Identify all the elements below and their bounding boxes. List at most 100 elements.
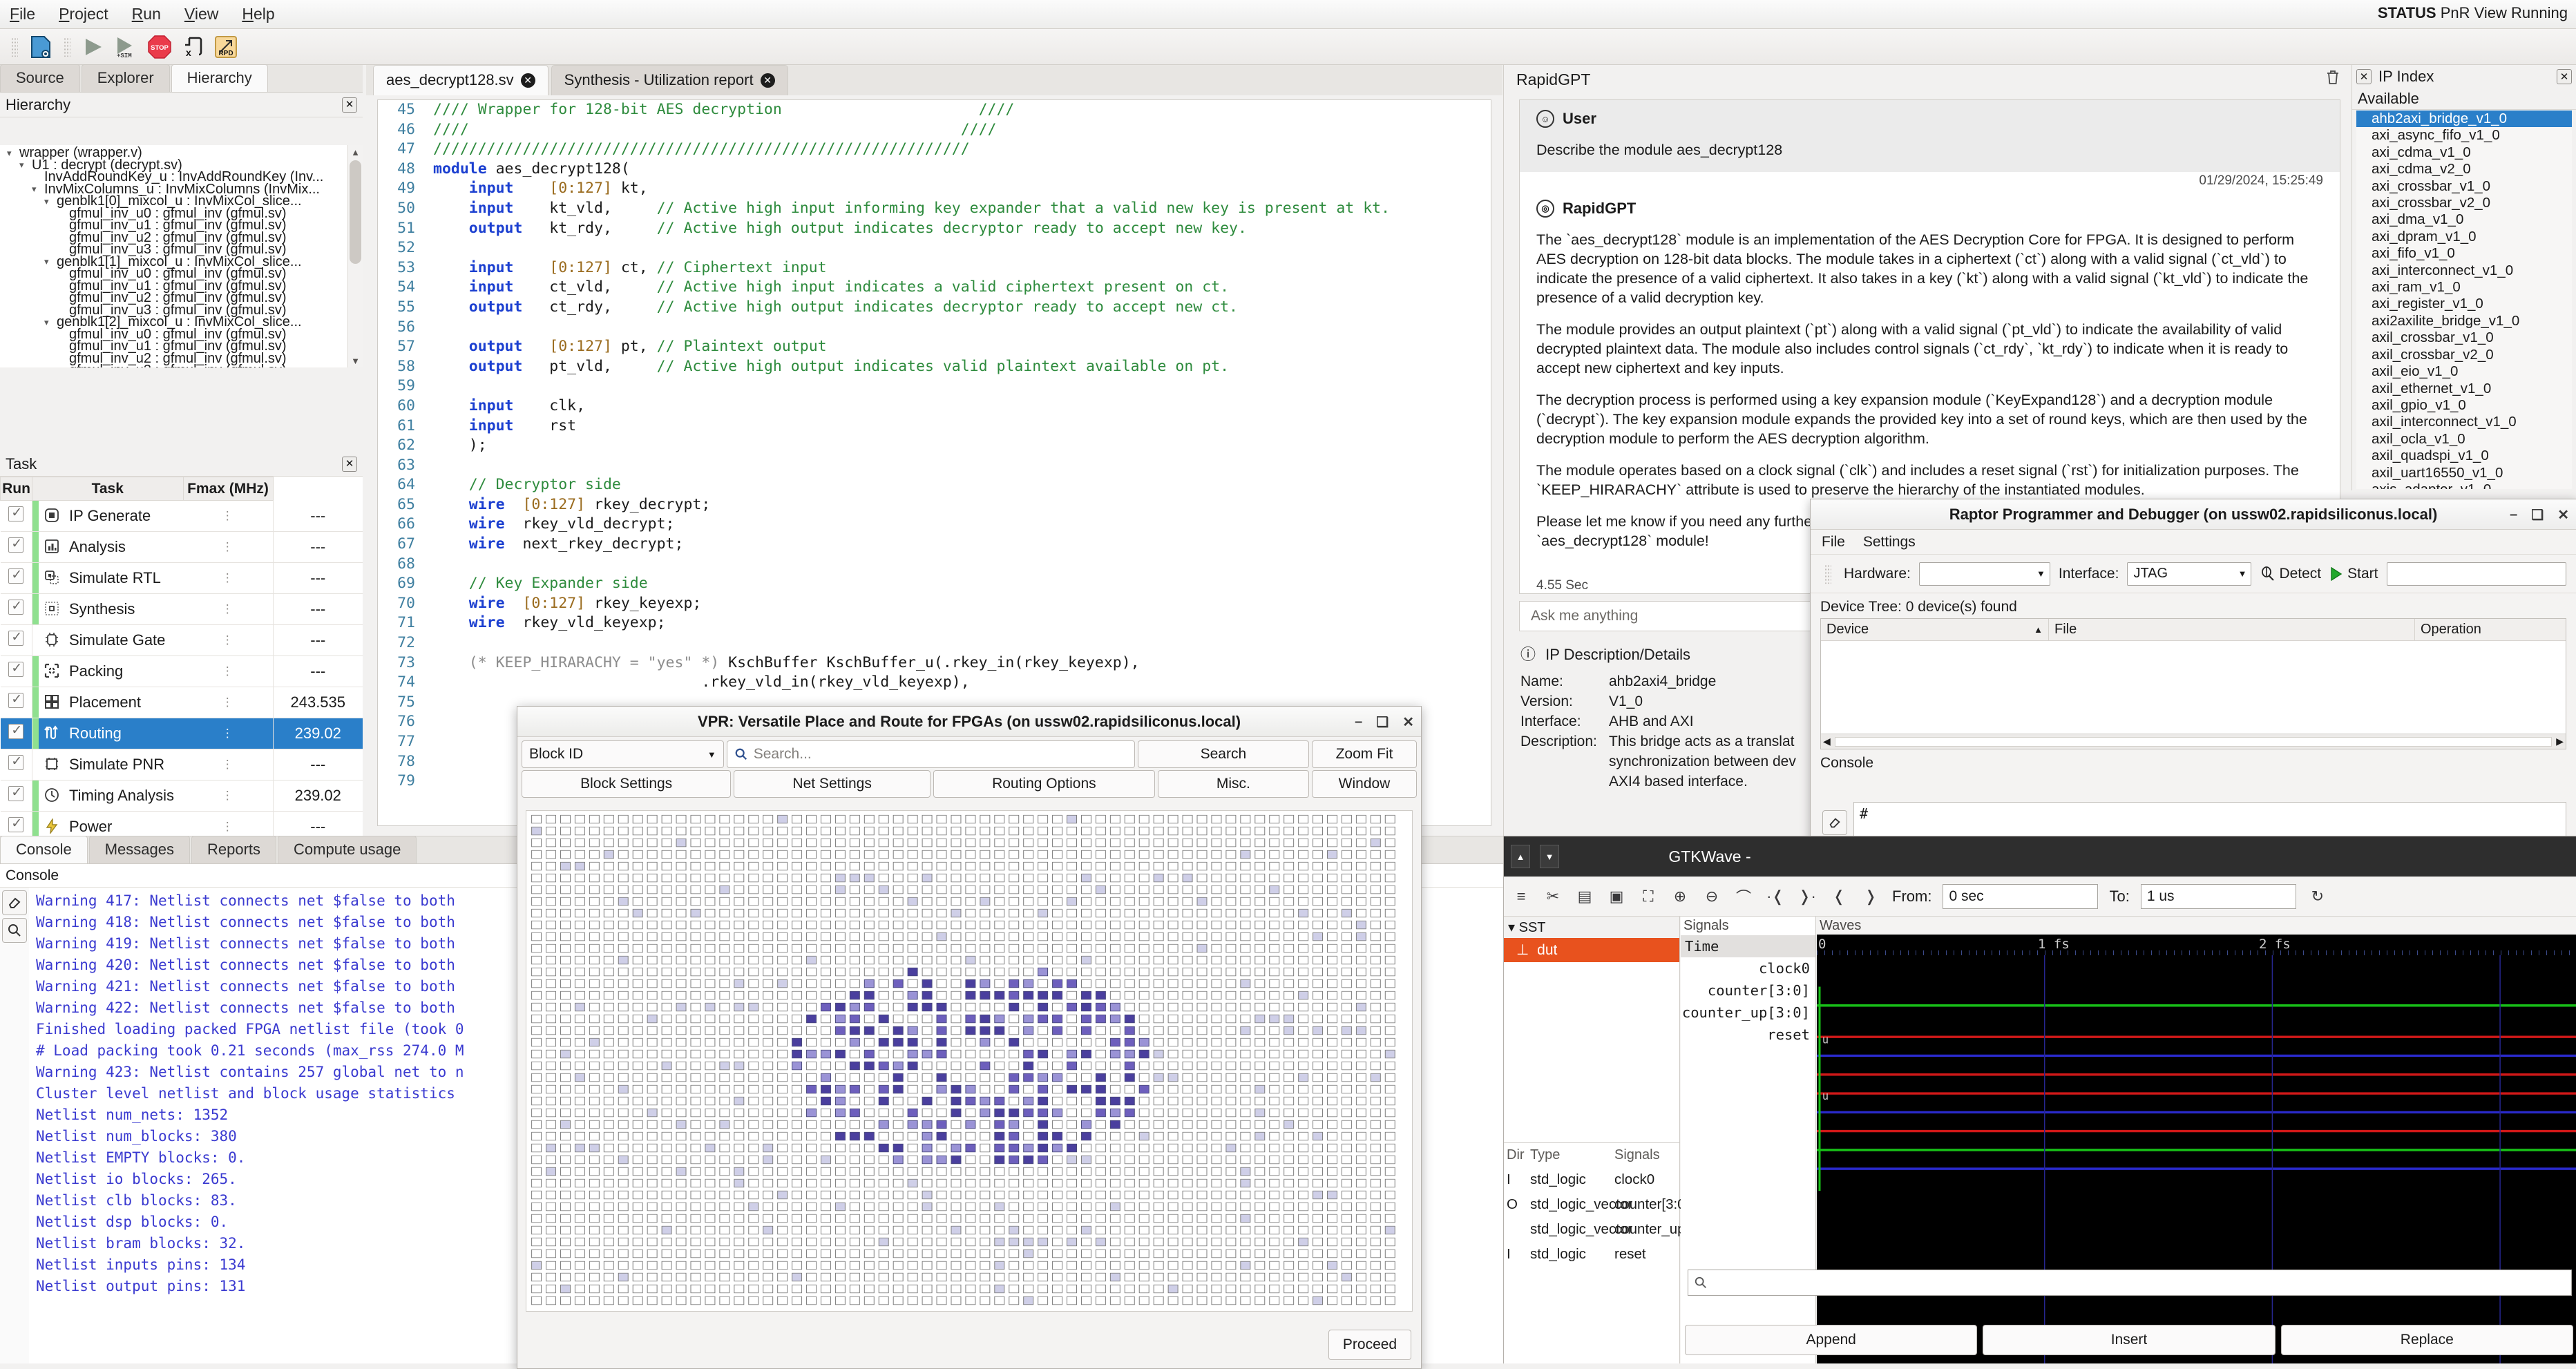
routing-options-button[interactable]: Routing Options	[933, 770, 1155, 798]
run-sim-icon[interactable]: +SIM	[112, 33, 141, 61]
ip-list-item[interactable]: axil_gpio_v1_0	[2356, 397, 2572, 414]
col-file[interactable]: File	[2049, 619, 2415, 640]
copy-icon[interactable]: ▤	[1574, 886, 1595, 907]
hardware-select[interactable]: ▼	[1919, 562, 2050, 586]
start-button[interactable]: Start	[2329, 566, 2378, 582]
task-run-checkbox[interactable]	[1, 718, 32, 749]
editor-tab[interactable]: aes_decrypt128.sv✕	[373, 65, 548, 95]
col-device[interactable]: Device ▲	[1821, 619, 2049, 640]
task-row[interactable]: Synthesis⋮---	[1, 594, 363, 625]
task-name-cell[interactable]: Analysis	[32, 532, 184, 563]
chevron-down-icon[interactable]: ▾	[1508, 920, 1515, 935]
next-icon[interactable]: ❭	[1860, 886, 1881, 907]
rpd-icon[interactable]: RPD	[211, 33, 240, 61]
tree-item[interactable]: gfmul_inv_u3 : gfmul_inv (gfmul.sv)	[0, 365, 347, 367]
task-row-menu-icon[interactable]: ⋮	[183, 625, 273, 656]
misc-button[interactable]: Misc.	[1158, 770, 1309, 798]
prev-icon[interactable]: ❬	[1829, 886, 1849, 907]
close-icon[interactable]: ✕	[2557, 69, 2572, 84]
task-name-cell[interactable]: IP Generate	[32, 501, 184, 532]
zoom-in-icon[interactable]: ⊕	[1670, 886, 1690, 907]
block-settings-button[interactable]: Block Settings	[522, 770, 731, 798]
editor-tab[interactable]: Synthesis - Utilization report✕	[551, 65, 788, 95]
scroll-right-icon[interactable]: ▶	[2556, 736, 2564, 747]
hierarchy-scrollbar[interactable]: ▲ ▼	[347, 145, 363, 367]
ip-list-item[interactable]: axil_crossbar_v2_0	[2356, 347, 2572, 363]
device-table-hscroll[interactable]: ◀ ▶	[1821, 734, 2566, 749]
wave-canvas[interactable]: uu	[1817, 955, 2576, 1363]
hierarchy-tree[interactable]: ▾wrapper (wrapper.v)▾U1 : decrypt (decry…	[0, 145, 347, 367]
dir-table-rows[interactable]: Istd_logicclock0Ostd_logic_vectorcounter…	[1504, 1167, 1679, 1267]
task-name-cell[interactable]: Packing	[32, 656, 184, 687]
task-name-cell[interactable]: Routing	[32, 718, 184, 749]
task-row[interactable]: Simulate PNR⋮---	[1, 749, 363, 781]
ip-index-list[interactable]: ahb2axi_bridge_v1_0axi_async_fifo_v1_0ax…	[2356, 111, 2572, 489]
reload-icon[interactable]: ↻	[2307, 886, 2328, 907]
ip-list-item[interactable]: axi_interconnect_v1_0	[2356, 262, 2572, 279]
task-row[interactable]: Simulate Gate⋮---	[1, 625, 363, 656]
toolbar-grip[interactable]	[11, 37, 18, 57]
task-run-checkbox[interactable]	[1, 501, 32, 532]
task-row-menu-icon[interactable]: ⋮	[183, 656, 273, 687]
ip-list-item[interactable]: axis_adapter_v1_0	[2356, 481, 2572, 489]
zoom-fit-icon[interactable]: ⛶	[1638, 886, 1659, 907]
menu-item-help[interactable]: Help	[242, 5, 274, 23]
maximize-icon[interactable]: ❑	[2531, 506, 2544, 524]
to-field[interactable]: 1 us	[2141, 884, 2296, 909]
ip-list-item[interactable]: axi_async_fifo_v1_0	[2356, 127, 2572, 144]
new-file-icon[interactable]	[26, 33, 55, 61]
ip-list-item[interactable]: axi_crossbar_v1_0	[2356, 178, 2572, 195]
proceed-button[interactable]: Proceed	[1328, 1330, 1411, 1360]
task-run-checkbox[interactable]	[1, 625, 32, 656]
task-run-checkbox[interactable]	[1, 594, 32, 625]
replace-button[interactable]: Replace	[2281, 1325, 2573, 1355]
task-name-cell[interactable]: Synthesis	[32, 594, 184, 625]
task-row[interactable]: Placement⋮243.535	[1, 687, 363, 718]
next-edge-icon[interactable]: ❭·	[1797, 886, 1817, 907]
append-button[interactable]: Append	[1685, 1325, 1977, 1355]
minimize-icon[interactable]: –	[1355, 714, 1362, 730]
sst-item-dut[interactable]: ⊥ dut	[1504, 938, 1679, 962]
task-row-menu-icon[interactable]: ⋮	[183, 594, 273, 625]
undo-icon[interactable]: ⌒	[1733, 886, 1754, 907]
gtkwave-title-bar[interactable]: ▲ ▼ GTKWave -	[1504, 836, 2576, 877]
ip-list-item[interactable]: axi_ram_v1_0	[2356, 279, 2572, 296]
task-name-cell[interactable]: Timing Analysis	[32, 781, 184, 812]
net-settings-button[interactable]: Net Settings	[734, 770, 931, 798]
maximize-icon[interactable]: ❑	[1376, 714, 1389, 731]
vpr-fpga-canvas[interactable]	[526, 810, 1413, 1312]
chevron-down-icon[interactable]: ▾	[7, 148, 16, 159]
signal-row[interactable]: counter[3:0]	[1681, 979, 1815, 1002]
task-name-cell[interactable]: Placement	[32, 687, 184, 718]
dir-row[interactable]: std_logic_vectorcounter_up[3:0]	[1504, 1217, 1679, 1242]
task-row-menu-icon[interactable]: ⋮	[183, 501, 273, 532]
ip-list-item[interactable]: axi_crossbar_v2_0	[2356, 195, 2572, 211]
task-row-menu-icon[interactable]: ⋮	[183, 749, 273, 781]
chevron-down-icon[interactable]: ▾	[32, 184, 41, 195]
paste-icon[interactable]: ▣	[1606, 886, 1627, 907]
task-row-menu-icon[interactable]: ⋮	[183, 687, 273, 718]
raptor-title-bar[interactable]: Raptor Programmer and Debugger (on ussw0…	[1811, 499, 2576, 530]
scroll-left-icon[interactable]: ◀	[1823, 736, 1831, 747]
ip-list-item[interactable]: axil_crossbar_v1_0	[2356, 329, 2572, 346]
from-field[interactable]: 0 sec	[1943, 884, 2098, 909]
ip-list-item[interactable]: axi_cdma_v1_0	[2356, 144, 2572, 161]
chevron-down-icon[interactable]: ▾	[44, 196, 53, 207]
signal-name-rows[interactable]: Timeclock0counter[3:0]counter_up[3:0]res…	[1681, 935, 1815, 1046]
ip-list-item[interactable]: axil_quadspi_v1_0	[2356, 448, 2572, 464]
task-run-checkbox[interactable]	[1, 749, 32, 781]
task-row-menu-icon[interactable]: ⋮	[183, 718, 273, 749]
task-row-menu-icon[interactable]: ⋮	[183, 563, 273, 594]
task-row[interactable]: Packing⋮---	[1, 656, 363, 687]
menu-icon[interactable]: ≡	[1511, 886, 1532, 907]
dir-row[interactable]: Ostd_logic_vectorcounter[3:0]	[1504, 1192, 1679, 1217]
vpr-search-button[interactable]: Search	[1138, 740, 1309, 768]
menu-item-run[interactable]: Run	[132, 5, 161, 23]
close-icon[interactable]: ✕	[521, 73, 535, 88]
insert-button[interactable]: Insert	[1983, 1325, 2275, 1355]
ip-list-item[interactable]: axil_uart16550_v1_0	[2356, 465, 2572, 481]
ip-index-dock-icon[interactable]: ✕	[2356, 69, 2372, 84]
task-row-menu-icon[interactable]: ⋮	[183, 532, 273, 563]
window-button[interactable]: Window	[1312, 770, 1417, 798]
block-id-select[interactable]: Block ID ▼	[522, 740, 724, 768]
